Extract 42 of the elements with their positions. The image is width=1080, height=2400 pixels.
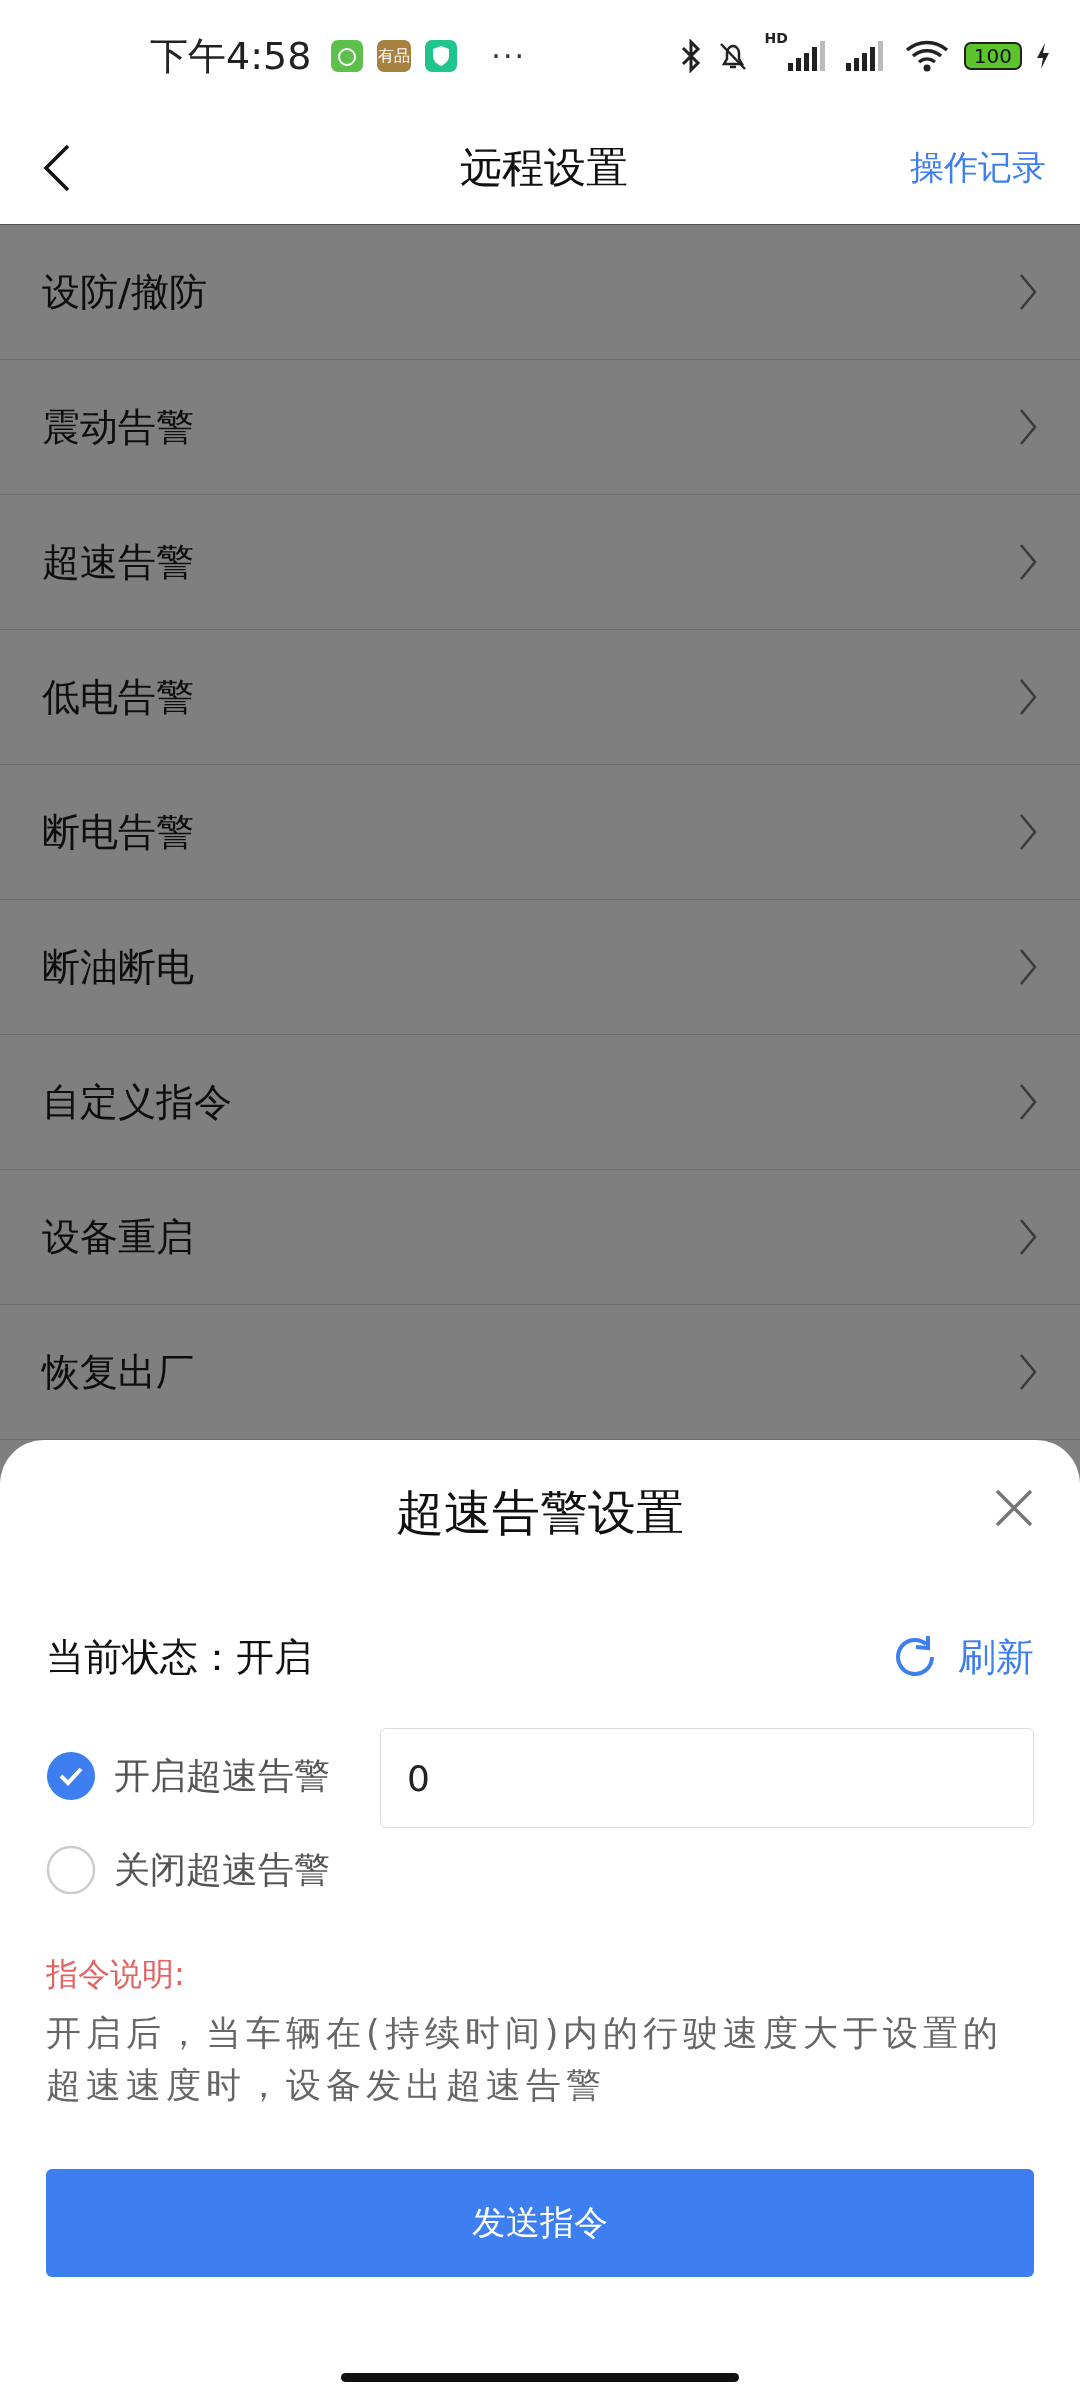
current-status: 当前状态：开启 <box>46 1633 312 1681</box>
radio-option[interactable]: 开启超速告警 <box>46 1729 330 1823</box>
chevron-icon <box>1018 1082 1038 1122</box>
menu-item[interactable]: 低电告警 <box>0 630 1080 765</box>
note-title: 指令说明: <box>46 1954 186 1995</box>
send-button[interactable]: 发送指令 <box>46 2169 1034 2277</box>
back-icon[interactable] <box>42 143 72 193</box>
menu-item[interactable]: 断油断电 <box>0 900 1080 1035</box>
chevron-icon <box>1018 407 1038 447</box>
menu-item[interactable]: 超速告警 <box>0 495 1080 630</box>
radio-option[interactable]: 关闭超速告警 <box>46 1823 330 1917</box>
operation-log-link[interactable]: 操作记录 <box>910 145 1046 191</box>
menu-item[interactable]: 自定义指令 <box>0 1035 1080 1170</box>
chevron-icon <box>1018 947 1038 987</box>
app-icon: 有品 <box>377 40 412 72</box>
wifi-icon <box>903 39 950 73</box>
status-time: 下午4:58 <box>150 32 312 80</box>
note-text: 开启后，当车辆在(持续时间)内的行驶速度大于设置的超速速度时，设备发出超速告警 <box>46 2012 1005 2107</box>
chevron-icon <box>1018 677 1038 717</box>
more-notifications: ··· <box>491 38 526 74</box>
shield-icon <box>425 40 458 72</box>
refresh-link[interactable]: 刷新 <box>958 1631 1034 1683</box>
chevron-icon <box>1018 812 1038 852</box>
chevron-icon <box>1018 1217 1038 1257</box>
chevron-icon <box>1018 1352 1038 1392</box>
battery-indicator: 100 <box>963 42 1022 70</box>
radio-icon[interactable] <box>46 1845 96 1895</box>
close-icon[interactable] <box>994 1488 1034 1528</box>
chevron-icon <box>1018 542 1038 582</box>
bluetooth-icon <box>680 39 703 73</box>
chevron-icon <box>1018 272 1038 312</box>
menu-item[interactable]: 设备重启 <box>0 1170 1080 1305</box>
speed-input[interactable]: 0 <box>380 1728 1034 1828</box>
app-icon <box>331 40 364 72</box>
menu-item[interactable]: 设防/撤防 <box>0 225 1080 360</box>
page-title: 远程设置 <box>460 142 628 194</box>
charging-icon <box>1036 43 1050 69</box>
menu-item[interactable]: 震动告警 <box>0 360 1080 495</box>
menu-item[interactable]: 断电告警 <box>0 765 1080 900</box>
sheet-title: 超速告警设置 <box>396 1482 684 1542</box>
radio-icon[interactable] <box>46 1751 96 1801</box>
network-label: HD <box>764 30 788 46</box>
